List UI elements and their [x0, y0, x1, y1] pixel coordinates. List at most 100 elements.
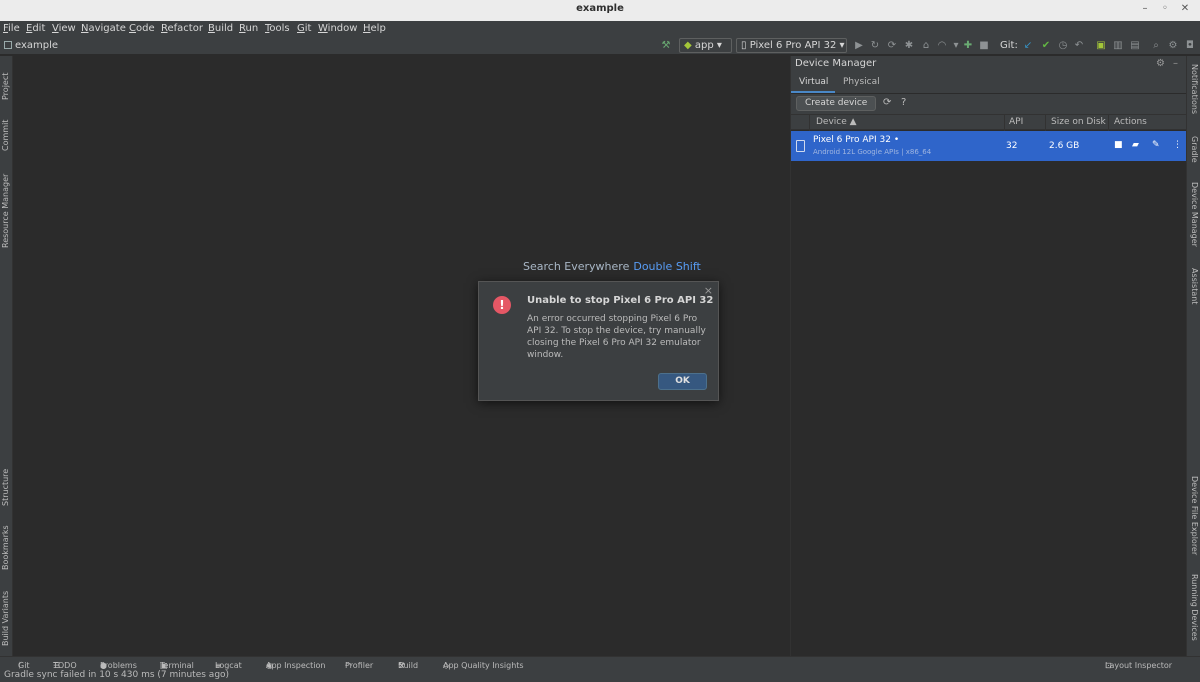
tool-tab-assistant[interactable]: Assistant: [1190, 268, 1199, 304]
git-rollback-icon[interactable]: ↶: [1073, 40, 1085, 51]
edit-icon[interactable]: ✎: [1152, 140, 1160, 150]
attach-debugger-icon[interactable]: ⌂: [920, 40, 932, 51]
column-divider: [1004, 115, 1005, 131]
column-size[interactable]: Size on Disk: [1051, 117, 1106, 127]
tool-tab-project[interactable]: Project: [1, 73, 10, 100]
left-tool-strip: Project Commit Resource Manager Structur…: [0, 56, 13, 656]
window-title: example: [576, 3, 624, 14]
ide-window: example – ◦ ✕ File Edit View Navigate Co…: [0, 0, 1200, 682]
help-icon[interactable]: ?: [901, 97, 906, 108]
dialog-title: Unable to stop Pixel 6 Pro API 32: [527, 295, 714, 306]
git-history-icon[interactable]: ◷: [1057, 40, 1069, 51]
device-manager-panel: Device Manager ⚙ – Virtual Physical Crea…: [790, 56, 1187, 656]
menu-run[interactable]: Run: [239, 23, 258, 34]
git-label: Git:: [1000, 40, 1018, 51]
user-icon[interactable]: ◘: [1184, 40, 1196, 51]
gear-icon[interactable]: ⚙: [1167, 40, 1179, 51]
device-mirror-icon[interactable]: ▣: [1095, 40, 1107, 51]
error-dialog: × ! Unable to stop Pixel 6 Pro API 32 An…: [478, 281, 719, 401]
device-table-header: Device ▲ API Size on Disk Actions: [791, 114, 1187, 131]
menu-edit[interactable]: Edit: [26, 23, 45, 34]
stop-device-icon[interactable]: ■: [1114, 140, 1123, 150]
folder-icon[interactable]: ▰: [1132, 140, 1139, 150]
apply-changes-icon[interactable]: ↻: [869, 40, 881, 51]
column-divider: [809, 115, 810, 131]
menu-code[interactable]: Code: [129, 23, 155, 34]
git-commit-icon[interactable]: ✔: [1040, 40, 1052, 51]
tool-tab-device-file-explorer[interactable]: Device File Explorer: [1190, 476, 1199, 555]
menu-view[interactable]: View: [52, 23, 76, 34]
right-tool-strip: Notifications Gradle Device Manager Assi…: [1186, 56, 1200, 656]
create-device-button[interactable]: Create device: [796, 96, 877, 111]
status-message[interactable]: Gradle sync failed in 10 s 430 ms (7 min…: [4, 670, 229, 680]
menu-refactor[interactable]: Refactor: [161, 23, 203, 34]
run-config-select[interactable]: ◆ app ▾: [679, 38, 732, 53]
more-run-options-icon[interactable]: ▾: [950, 40, 962, 51]
tab-physical[interactable]: Physical: [843, 77, 880, 87]
tool-tab-running-devices[interactable]: Running Devices: [1190, 574, 1199, 641]
gear-icon[interactable]: ⚙: [1156, 58, 1165, 69]
tool-tab-device-manager[interactable]: Device Manager: [1190, 182, 1199, 247]
bottom-tool-bar: ᚴ Git ☰ TODO ● Problems ▣ Terminal ≡ Log…: [0, 656, 1200, 670]
profile-icon[interactable]: ◠: [936, 40, 948, 51]
project-icon: [4, 41, 12, 49]
hide-panel-icon[interactable]: –: [1173, 58, 1178, 69]
ok-button[interactable]: OK: [658, 373, 707, 390]
tool-layout-inspector-label: Layout Inspector: [1105, 661, 1173, 670]
tool-tab-build-variants[interactable]: Build Variants: [1, 591, 10, 646]
column-device[interactable]: Device ▲: [816, 117, 857, 127]
sdk-manager-icon[interactable]: ▥: [1112, 40, 1124, 51]
table-row[interactable]: Pixel 6 Pro API 32 • Android 12L Google …: [791, 131, 1187, 161]
menu-git[interactable]: Git: [297, 23, 311, 34]
tool-tab-structure[interactable]: Structure: [1, 469, 10, 506]
tool-tab-resource-manager[interactable]: Resource Manager: [1, 174, 10, 248]
tool-git-label: Git: [18, 661, 30, 670]
maximize-icon[interactable]: ◦: [1158, 3, 1172, 14]
menu-file[interactable]: File: [3, 23, 20, 34]
tool-app-quality-insights-label: App Quality Insights: [443, 661, 524, 670]
menu-tools[interactable]: Tools: [265, 23, 290, 34]
tool-tab-commit[interactable]: Commit: [1, 120, 10, 151]
avd-manager-icon[interactable]: ▤: [1129, 40, 1141, 51]
phone-icon: [796, 140, 805, 152]
title-bar: example – ◦ ✕: [0, 0, 1200, 21]
tool-tab-notifications[interactable]: Notifications: [1190, 64, 1199, 114]
device-manager-tabs: Virtual Physical: [791, 73, 1187, 93]
more-actions-icon[interactable]: ⋮: [1173, 140, 1182, 150]
menu-window[interactable]: Window: [318, 23, 357, 34]
run-config-label: app: [694, 40, 714, 51]
tool-tab-bookmarks[interactable]: Bookmarks: [1, 525, 10, 570]
sync-gradle-icon[interactable]: ✚: [962, 40, 974, 51]
refresh-icon[interactable]: ⟳: [883, 97, 891, 108]
stop-icon[interactable]: ■: [978, 40, 990, 51]
close-window-icon[interactable]: ✕: [1178, 3, 1192, 14]
search-icon[interactable]: ⌕: [1150, 40, 1162, 51]
menu-navigate[interactable]: Navigate: [81, 23, 126, 34]
column-divider: [1045, 115, 1046, 131]
hammer-icon[interactable]: ⚒: [660, 40, 672, 51]
active-tab-indicator: [791, 91, 835, 93]
column-api[interactable]: API: [1009, 117, 1023, 127]
minimize-icon[interactable]: –: [1138, 3, 1152, 14]
chevron-down-icon: ▾: [839, 40, 845, 51]
chevron-down-icon: ▾: [716, 40, 722, 51]
breadcrumb[interactable]: example: [4, 40, 58, 51]
device-select[interactable]: ▯ Pixel 6 Pro API 32 ▾: [736, 38, 847, 53]
run-icon[interactable]: ▶: [853, 40, 865, 51]
menu-build[interactable]: Build: [208, 23, 233, 34]
git-update-icon[interactable]: ↙: [1022, 40, 1034, 51]
android-icon: ◆: [684, 40, 692, 51]
column-divider: [1108, 115, 1109, 131]
device-manager-toolbar: Create device ⟳ ?: [791, 94, 1187, 114]
tool-terminal-label: Terminal: [160, 661, 194, 670]
apply-code-changes-icon[interactable]: ⟳: [886, 40, 898, 51]
tool-logcat-label: Logcat: [215, 661, 242, 670]
status-bar: Gradle sync failed in 10 s 430 ms (7 min…: [0, 670, 1200, 682]
tab-virtual[interactable]: Virtual: [799, 77, 828, 87]
debug-icon[interactable]: ✱: [903, 40, 915, 51]
device-name: Pixel 6 Pro API 32 •: [813, 135, 900, 145]
search-everywhere-hint: Search Everywhere Double Shift: [523, 260, 701, 273]
tool-tab-gradle[interactable]: Gradle: [1190, 136, 1199, 163]
menu-help[interactable]: Help: [363, 23, 386, 34]
device-manager-title: Device Manager: [795, 58, 877, 69]
